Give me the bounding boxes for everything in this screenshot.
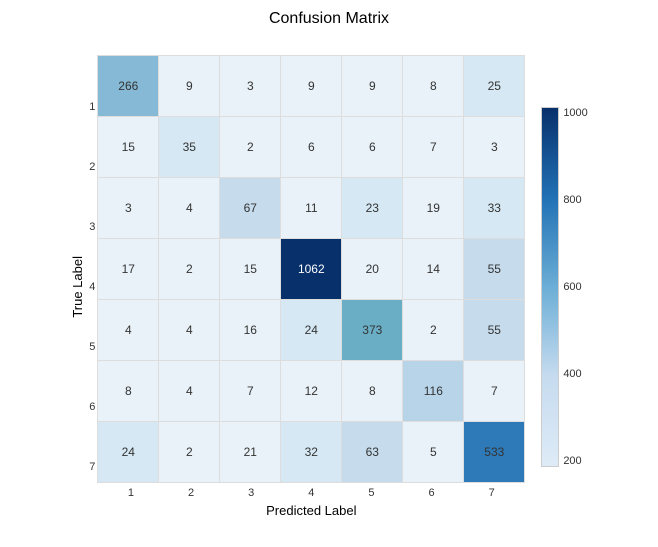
colorbar-tick: 800 <box>563 194 587 206</box>
matrix-cell: 15 <box>220 239 280 299</box>
matrix-cell: 4 <box>159 178 219 238</box>
x-tick: 5 <box>341 487 401 499</box>
matrix-cell: 33 <box>464 178 524 238</box>
matrix-cell: 2 <box>403 300 463 360</box>
matrix-cell: 25 <box>464 56 524 116</box>
x-label: Predicted Label <box>266 503 356 518</box>
matrix-cell: 8 <box>403 56 463 116</box>
y-tick: 2 <box>89 137 95 197</box>
matrix-cell: 4 <box>98 300 158 360</box>
matrix-cell: 1062 <box>281 239 341 299</box>
matrix-cell: 6 <box>281 117 341 177</box>
matrix-cell: 21 <box>220 422 280 482</box>
matrix-cell: 9 <box>342 56 402 116</box>
colorbar <box>541 107 559 467</box>
matrix-section: 2669399825153526673346711231933172151062… <box>97 55 525 518</box>
colorbar-tick: 400 <box>563 368 587 380</box>
matrix-cell: 5 <box>403 422 463 482</box>
matrix-cell: 24 <box>281 300 341 360</box>
chart-body: True Label 1234567 266939982515352667334… <box>70 36 588 537</box>
x-tick: 1 <box>101 487 161 499</box>
matrix-cell: 9 <box>159 56 219 116</box>
matrix-cell: 20 <box>342 239 402 299</box>
x-ticks: 1234567 <box>101 487 522 499</box>
matrix-cell: 8 <box>98 361 158 421</box>
matrix-cell: 32 <box>281 422 341 482</box>
matrix-cell: 2 <box>220 117 280 177</box>
matrix-cell: 15 <box>98 117 158 177</box>
matrix-cell: 16 <box>220 300 280 360</box>
x-tick: 2 <box>161 487 221 499</box>
matrix-cell: 24 <box>98 422 158 482</box>
matrix-cell: 55 <box>464 300 524 360</box>
matrix-cell: 7 <box>403 117 463 177</box>
matrix-cell: 67 <box>220 178 280 238</box>
matrix-cell: 2 <box>159 239 219 299</box>
matrix-cell: 7 <box>464 361 524 421</box>
matrix-cell: 19 <box>403 178 463 238</box>
matrix-cell: 55 <box>464 239 524 299</box>
colorbar-section: 1000 800 600 400 200 <box>541 107 587 467</box>
colorbar-ticks: 1000 800 600 400 200 <box>563 107 587 467</box>
matrix-cell: 63 <box>342 422 402 482</box>
colorbar-tick: 1000 <box>563 107 587 119</box>
matrix-cell: 35 <box>159 117 219 177</box>
colorbar-tick: 200 <box>563 455 587 467</box>
matrix-cell: 14 <box>403 239 463 299</box>
matrix-cell: 9 <box>281 56 341 116</box>
colorbar-tick: 600 <box>563 281 587 293</box>
y-label: True Label <box>70 256 85 318</box>
matrix-cell: 3 <box>98 178 158 238</box>
matrix-cell: 17 <box>98 239 158 299</box>
y-tick: 1 <box>89 77 95 137</box>
y-tick: 3 <box>89 197 95 257</box>
matrix-grid: 2669399825153526673346711231933172151062… <box>97 55 525 483</box>
matrix-cell: 4 <box>159 300 219 360</box>
x-tick: 4 <box>281 487 341 499</box>
matrix-cell: 3 <box>220 56 280 116</box>
matrix-cell: 2 <box>159 422 219 482</box>
matrix-cell: 4 <box>159 361 219 421</box>
matrix-cell: 23 <box>342 178 402 238</box>
x-tick: 6 <box>402 487 462 499</box>
matrix-cell: 6 <box>342 117 402 177</box>
x-tick: 7 <box>462 487 522 499</box>
matrix-cell: 11 <box>281 178 341 238</box>
chart-container: Confusion Matrix True Label 1234567 2669… <box>0 0 658 547</box>
y-ticks: 1234567 <box>89 77 95 497</box>
matrix-cell: 3 <box>464 117 524 177</box>
matrix-cell: 373 <box>342 300 402 360</box>
y-tick: 7 <box>89 437 95 497</box>
x-tick: 3 <box>221 487 281 499</box>
matrix-cell: 8 <box>342 361 402 421</box>
y-tick: 6 <box>89 377 95 437</box>
chart-title: Confusion Matrix <box>269 10 389 28</box>
y-tick: 5 <box>89 317 95 377</box>
matrix-cell: 266 <box>98 56 158 116</box>
matrix-cell: 533 <box>464 422 524 482</box>
matrix-cell: 116 <box>403 361 463 421</box>
y-tick: 4 <box>89 257 95 317</box>
matrix-cell: 12 <box>281 361 341 421</box>
matrix-cell: 7 <box>220 361 280 421</box>
